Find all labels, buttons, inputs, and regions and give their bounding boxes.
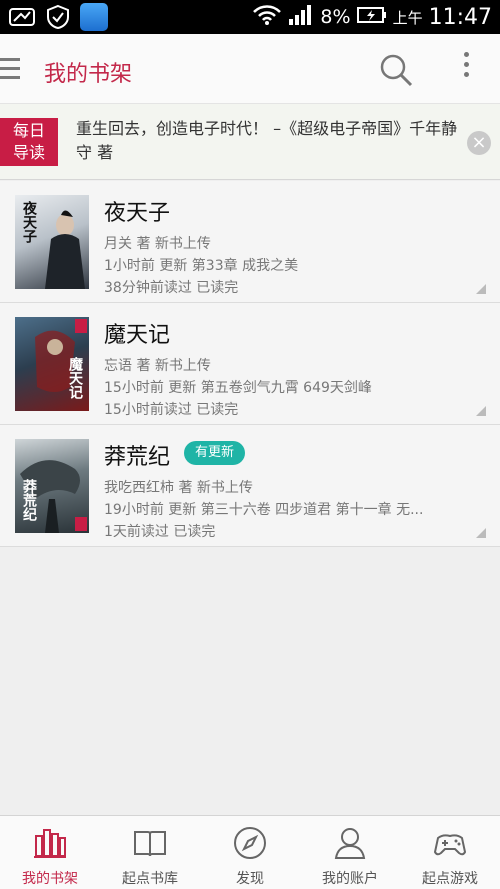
book-item[interactable]: 莽荒纪 莽荒纪 有更新 我吃西红柿 著 新书上传 19小时前 更新 第三十六卷 … [0, 425, 500, 547]
corner-triangle-icon [476, 528, 486, 538]
time-period: 上午 [392, 8, 423, 27]
menu-icon[interactable] [0, 58, 20, 80]
close-icon[interactable]: × [467, 131, 491, 155]
cover-title: 莽荒纪 [21, 479, 37, 521]
compass-icon [233, 826, 267, 860]
battery-percent: 8% [320, 6, 351, 28]
book-author: 我吃西红柿 著 新书上传 [104, 480, 253, 496]
qq-app-icon [80, 3, 108, 31]
nav-label: 我的书架 [22, 871, 78, 887]
nav-item-library[interactable]: 起点书库 [100, 816, 200, 889]
search-icon[interactable] [378, 52, 414, 88]
nav-label: 起点游戏 [422, 871, 478, 887]
bottom-nav: 我的书架 起点书库 发现 我的账户 起点游戏 [0, 815, 500, 889]
book-read-status: 1天前读过 已读完 [104, 524, 216, 540]
badge-line-2: 导读 [12, 143, 45, 162]
signal-icon [288, 4, 314, 30]
nav-item-discover[interactable]: 发现 [200, 816, 300, 889]
bookshelf-icon [33, 826, 67, 860]
status-bar: 8% 上午 11:47 [0, 0, 500, 34]
corner-triangle-icon [476, 406, 486, 416]
book-title: 莽荒纪 [104, 445, 171, 470]
book-author: 忘语 著 新书上传 [104, 358, 211, 374]
nav-item-bookshelf[interactable]: 我的书架 [0, 816, 100, 889]
shield-icon [44, 4, 72, 30]
book-update: 19小时前 更新 第三十六卷 四步道君 第十一章 无... [104, 502, 424, 518]
battery-icon [356, 6, 387, 28]
app-bar: 我的书架 [0, 34, 500, 104]
cover-title: 夜天子 [21, 201, 37, 243]
update-badge: 有更新 [184, 441, 246, 465]
book-cover[interactable]: 魔天记 [15, 317, 89, 411]
clock: 11:47 [428, 4, 492, 30]
book-author: 月关 著 新书上传 [104, 236, 211, 252]
badge-line-1: 每日 [12, 121, 45, 140]
nav-item-games[interactable]: 起点游戏 [400, 816, 500, 889]
book-cover[interactable]: 莽荒纪 [15, 439, 89, 533]
daily-guide-badge: 每日 导读 [0, 118, 58, 166]
book-update: 15小时前 更新 第五卷剑气九霄 649天剑峰 [104, 380, 372, 396]
cover-title: 魔天记 [67, 357, 83, 399]
wifi-icon [252, 4, 282, 30]
nav-item-account[interactable]: 我的账户 [300, 816, 400, 889]
book-title: 魔天记 [104, 323, 171, 348]
open-book-icon [133, 826, 167, 860]
corner-triangle-icon [476, 284, 486, 294]
more-icon[interactable] [456, 52, 476, 88]
banner-text[interactable]: 重生回去，创造电子时代！ –《超级电子帝国》千年静守 著 [76, 117, 468, 165]
user-icon [333, 826, 367, 860]
message-icon [8, 4, 36, 30]
book-item[interactable]: 魔天记 魔天记 忘语 著 新书上传 15小时前 更新 第五卷剑气九霄 649天剑… [0, 303, 500, 425]
daily-guide-banner[interactable]: 每日 导读 重生回去，创造电子时代！ –《超级电子帝国》千年静守 著 × [0, 104, 500, 180]
nav-label: 发现 [236, 871, 264, 887]
book-item[interactable]: 夜天子 夜天子 月关 著 新书上传 1小时前 更新 第33章 成我之美 38分钟… [0, 181, 500, 303]
book-title: 夜天子 [104, 201, 171, 226]
gamepad-icon [433, 826, 467, 860]
book-read-status: 38分钟前读过 已读完 [104, 280, 239, 296]
page-title: 我的书架 [44, 62, 133, 87]
book-read-status: 15小时前读过 已读完 [104, 402, 239, 418]
book-update: 1小时前 更新 第33章 成我之美 [104, 258, 299, 274]
nav-label: 起点书库 [122, 871, 178, 887]
nav-label: 我的账户 [322, 871, 378, 887]
book-cover[interactable]: 夜天子 [15, 195, 89, 289]
